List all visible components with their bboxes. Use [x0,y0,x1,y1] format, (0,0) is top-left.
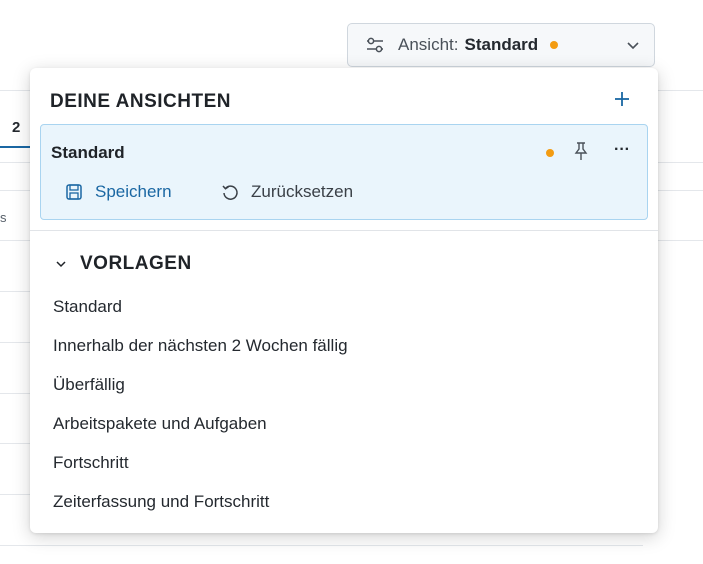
bg-divider [0,545,643,546]
current-view-card[interactable]: Standard ··· Speichern Zurücksetzen [40,124,648,220]
template-item[interactable]: Standard [53,294,348,333]
templates-list: Standard Innerhalb der nächsten 2 Wochen… [53,294,348,528]
bg-tab-number[interactable]: 2 [12,119,20,136]
current-view-name: Standard [51,143,125,162]
template-item[interactable]: Innerhalb der nächsten 2 Wochen fällig [53,333,348,372]
pin-icon[interactable] [571,140,591,162]
chevron-down-icon [54,257,68,271]
templates-heading: VORLAGEN [80,253,192,274]
views-dropdown: DEINE ANSICHTEN Standard ··· Speichern Z… [30,68,658,533]
my-views-heading: DEINE ANSICHTEN [50,91,231,112]
bg-divider [0,393,30,394]
more-options-icon[interactable]: ··· [614,139,636,161]
bg-divider [0,291,30,292]
template-item[interactable]: Arbeitspakete und Aufgaben [53,411,348,450]
view-selector-label: Ansicht: [398,35,459,54]
sliders-icon [364,36,386,54]
plus-icon[interactable] [612,89,632,109]
save-icon [65,183,83,201]
template-item[interactable]: Fortschritt [53,450,348,489]
save-view-button[interactable]: Speichern [65,182,172,202]
bg-divider [0,443,30,444]
template-item[interactable]: Überfällig [53,372,348,411]
unsaved-indicator [550,41,559,49]
reset-view-button[interactable]: Zurücksetzen [221,182,353,202]
templates-toggle[interactable]: VORLAGEN [54,253,192,275]
reset-label: Zurücksetzen [251,182,354,201]
section-divider [30,230,658,231]
unsaved-indicator [546,149,554,157]
reset-icon [221,183,239,201]
chevron-down-icon [626,38,640,52]
bg-divider [0,494,30,495]
bg-tab-underline [0,146,34,148]
view-selector-button[interactable]: Ansicht: Standard [347,23,655,67]
save-label: Speichern [95,182,172,201]
bg-text-fragment: s [0,210,7,225]
bg-divider [0,342,30,343]
template-item[interactable]: Zeiterfassung und Fortschritt [53,489,348,528]
view-selector-value: Standard [464,35,539,54]
